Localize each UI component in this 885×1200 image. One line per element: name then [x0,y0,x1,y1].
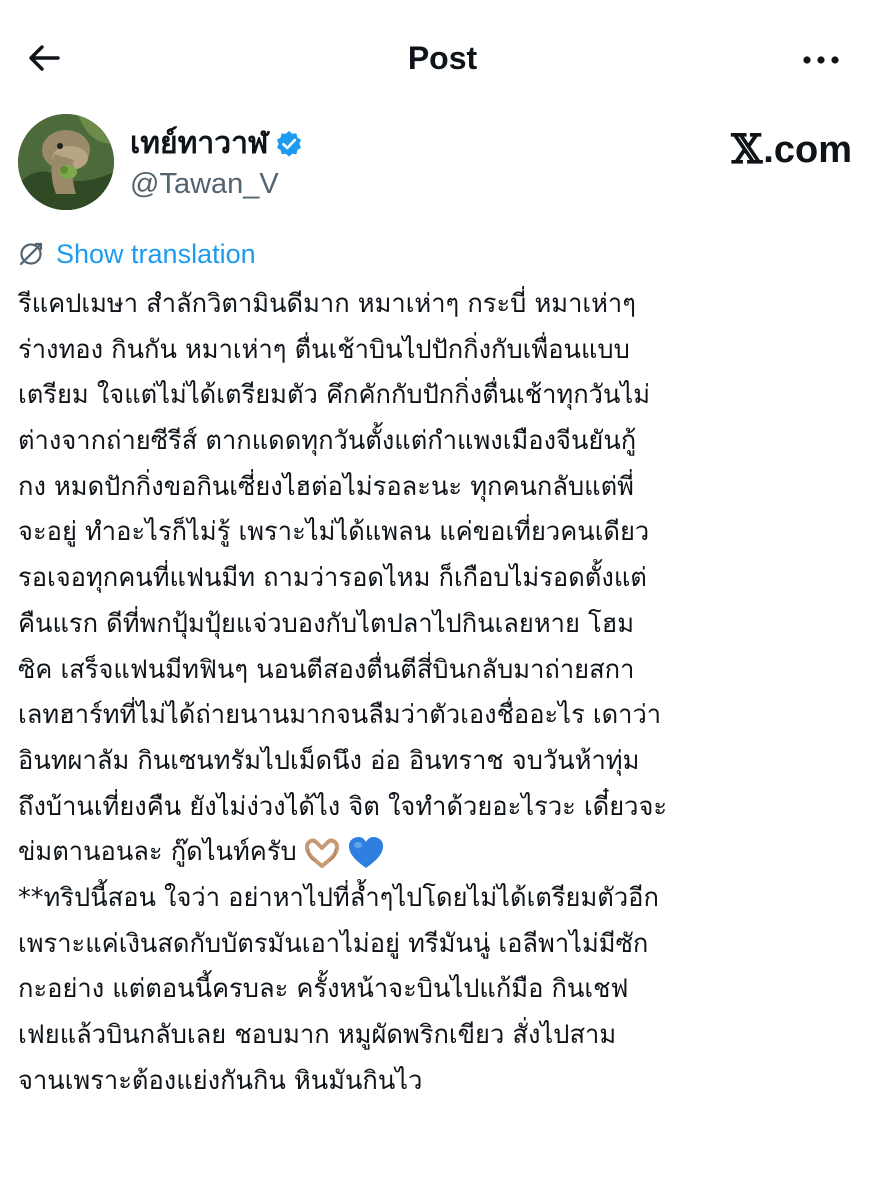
more-horizontal-icon [803,56,839,64]
post-line-text: ข่มตานอนละ กู๊ดไนท์ครับ [18,837,297,868]
x-com-watermark: 𝕏 .com [731,128,852,172]
post-line-with-emoji: ข่มตานอนละ กู๊ดไนท์ครับ [18,830,878,876]
post-line: กง หมดปักกิ่งขอกินเซี่ยงไฮต่อไม่รอละนะ ท… [18,471,634,502]
post-line: ร่างทอง กินกัน หมาเห่าๆ ตื่นเช้าบินไปปัก… [18,334,630,365]
user-handle[interactable]: @Tawan_V [130,164,279,204]
post-line: จานเพราะต้องแย่งกันกิน หินมันกินไว [18,1065,423,1096]
post-line: เตรียม ใจแต่ไม่ได้เตรียมตัว คึกคักกับปัก… [18,380,651,411]
post-line: ถึงบ้านเที่ยงคืน ยังไม่ง่วงได้ไง จิต ใจท… [18,791,668,822]
watermark-text: .com [763,129,852,171]
post-line: เพราะแค่เงินสดกับบัตรมันเอาไม่อยู่ ทรีมั… [18,928,649,959]
blue-heart-emoji-icon [348,837,383,869]
cartoon-dinosaur-avatar-icon [18,114,114,210]
post-line: จะอยู่ ทำอะไรก็ไม่รู้ เพราะไม่ได้แพลน แค… [18,517,650,548]
verified-badge-icon [277,131,302,157]
post-line: กะอย่าง แต่ตอนนี้ครบละ ครั้งหน้าจะบินไปแ… [18,974,629,1005]
show-translation-button[interactable]: Show translation [18,234,256,274]
post-line: รีแคปเมษา สำลักวิตามินดีมาก หมาเห่าๆ กระ… [18,289,636,319]
post-line: รอเจอทุกคนที่แฟนมีท ถามว่ารอดไหม ก็เกือบ… [18,563,647,594]
post-line: คืนแรก ดีที่พกปุ้มปุ้ยแจ่วบองกับไตปลาไปก… [18,608,635,639]
show-translation-label: Show translation [56,239,256,269]
post-line: อินทผาลัม กินเซนทรัมไปเม็ดนึง อ่อ อินทรา… [18,745,640,776]
display-name-row: เทย์ทาวาฬ [130,124,304,164]
x-logo-icon: 𝕏 [731,126,763,173]
more-options-button[interactable] [797,42,845,78]
heart-hands-emoji-icon [304,838,339,869]
post-line: **ทริปนี้สอน ใจว่า อย่าหาไปที่ล้ำๆไปโดยไ… [18,882,659,913]
post-text: รีแคปเมษา สำลักวิตามินดีมาก หมาเห่าๆ กระ… [18,282,878,1104]
post-line: ต่างจากถ่ายซีรีส์ ตากแดดทุกวันตั้งแต่กำแ… [18,426,637,457]
post-line: ซิค เสร็จแฟนมีทฟินๆ นอนตีสองตื่นตีสี่บิน… [18,654,635,685]
translate-icon [19,242,43,266]
display-name[interactable]: เทย์ทาวาฬ [130,124,268,164]
post-line: เฟยแล้วบินกลับเลย ชอบมาก หมูผัดพริกเขียว… [18,1020,617,1050]
page-title: Post [407,40,478,76]
avatar[interactable] [18,114,114,210]
post-line: เลทฮาร์ทที่ไม่ได้ถ่ายนานมากจนลืมว่าตัวเอ… [18,700,662,731]
top-bar: Post [0,0,885,118]
author-row: เทย์ทาวาฬ @Tawan_V 𝕏 .com [18,112,868,222]
